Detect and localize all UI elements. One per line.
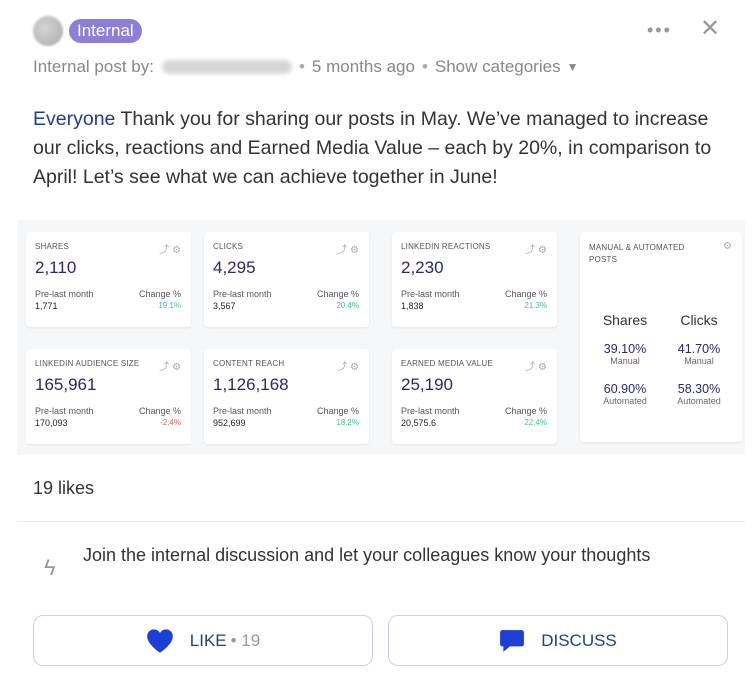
change-label: Change % [138,406,181,416]
tile-value: 25,190 [401,375,453,394]
mention-everyone[interactable]: Everyone [33,108,115,130]
automated-label: Automated [603,396,647,406]
chart-gear-icon: ⤴ ⚙ [525,245,547,256]
change-label: Change % [138,289,181,299]
pre-last-value: 170,093 [35,418,68,428]
change-value: 19.1% [158,301,181,310]
meta-separator: • [298,57,305,76]
tile-title: EARNED MEDIA VALUE [401,359,493,368]
divider [17,521,745,522]
clicks-auto-pct: 58.30% [677,382,721,396]
pre-last-value: 952,699 [213,418,246,428]
shares-header: Shares [602,312,648,328]
metric-tile: CONTENT REACH ⤴ ⚙ 1,126,168 Pre-last month 9… [204,349,369,444]
internal-badge: Internal [69,19,142,43]
manual-label: Manual [684,356,714,366]
chevron-down-icon[interactable]: ▼ [567,60,579,74]
discuss-button[interactable]: DISCUSS [388,615,728,666]
tile-title: LINKEDIN AUDIENCE SIZE [35,359,140,368]
manual-automated-tile: MANUAL & AUTOMATED POSTS ⚙ Shares 39.10%… [580,232,742,442]
change-label: Change % [316,289,359,299]
likes-count[interactable]: 19 likes [33,478,94,499]
chart-gear-icon: ⤴ ⚙ [159,245,181,256]
automated-label: Automated [677,396,721,406]
tile-value: 1,126,168 [213,375,289,394]
tile-value: 165,961 [35,375,97,394]
post-text: Thank you for sharing our posts in May. … [33,108,712,188]
change-value: 18.2% [336,418,359,427]
like-count: • 19 [230,630,261,650]
manual-label: Manual [610,356,640,366]
avatar[interactable] [33,16,63,46]
metric-tile: LINKEDIN AUDIENCE SIZE ⤴ ⚙ 165,961 Pre-last… [26,349,191,444]
author-prefix: Internal post by: [33,57,154,76]
metric-tile: SHARES ⤴ ⚙ 2,110 Pre-last month 1,771 Change … [26,232,191,327]
tile-title: SHARES [35,242,70,251]
post-card: Internal ••• ✕ Internal post by: • 5 mon… [0,0,754,679]
chart-gear-icon: ⤴ ⚙ [337,245,359,256]
post-body: Everyone Thank you for sharing our posts… [33,105,733,192]
metric-tile: CLICKS ⤴ ⚙ 4,295 Pre-last month 3,567 Change … [204,232,369,327]
close-icon[interactable]: ✕ [700,17,720,41]
pre-last-label: Pre-last month [401,289,460,299]
author-name-blurred[interactable] [161,60,292,74]
change-label: Change % [316,406,359,416]
tile-value: 4,295 [213,258,256,277]
pre-last-label: Pre-last month [35,406,94,416]
tile-title: MANUAL & AUTOMATED POSTS [589,243,685,264]
pre-last-value: 20,575.6 [401,418,437,428]
shares-manual-pct: 39.10% [603,342,647,356]
change-value: 21.3% [524,301,547,310]
show-categories-link[interactable]: Show categories [435,57,561,77]
chart-gear-icon: ⤴ ⚙ [337,362,359,373]
meta-separator: • [421,57,428,76]
metric-tile: LINKEDIN REACTIONS ⤴ ⚙ 2,230 Pre-last month… [392,232,557,327]
chat-bubble-icon [500,629,525,652]
post-header: Internal [33,16,142,46]
pre-last-value: 3,567 [213,301,236,311]
pre-last-value: 1,838 [401,301,424,311]
gear-icon: ⚙ [723,241,732,252]
discussion-prompt: Join the internal discussion and let you… [83,545,651,565]
pre-last-value: 1,771 [35,301,58,311]
tile-title: LINKEDIN REACTIONS [401,242,491,251]
clicks-manual-pct: 41.70% [677,342,721,356]
post-time: 5 months ago [311,57,415,76]
pre-last-label: Pre-last month [213,406,272,416]
more-options-icon[interactable]: ••• [647,20,672,41]
tile-title: CLICKS [213,242,244,251]
change-value: 20.4% [336,301,359,310]
post-meta: Internal post by: • 5 months ago • Show … [33,57,578,77]
change-label: Change % [504,406,547,416]
chart-gear-icon: ⤴ ⚙ [159,362,181,373]
pre-last-label: Pre-last month [35,289,94,299]
clicks-header: Clicks [680,312,718,328]
dashboard-image: SHARES ⤴ ⚙ 2,110 Pre-last month 1,771 Change … [17,220,745,455]
chart-gear-icon: ⤴ ⚙ [525,362,547,373]
like-label: LIKE [189,630,227,650]
change-value: -2.4% [160,418,181,427]
lightning-icon: ϟ [44,555,56,580]
discuss-label: DISCUSS [541,630,617,650]
pre-last-label: Pre-last month [401,406,460,416]
pre-last-label: Pre-last month [213,289,272,299]
tile-value: 2,110 [35,258,77,277]
heart-icon [146,628,173,653]
change-value: 22.4% [524,418,547,427]
like-button[interactable]: LIKE • 19 [33,615,373,666]
change-label: Change % [504,289,547,299]
metric-tile: EARNED MEDIA VALUE ⤴ ⚙ 25,190 Pre-last mont… [392,349,557,444]
tile-value: 2,230 [401,258,444,277]
tile-title: CONTENT REACH [213,359,285,368]
shares-auto-pct: 60.90% [603,382,647,396]
